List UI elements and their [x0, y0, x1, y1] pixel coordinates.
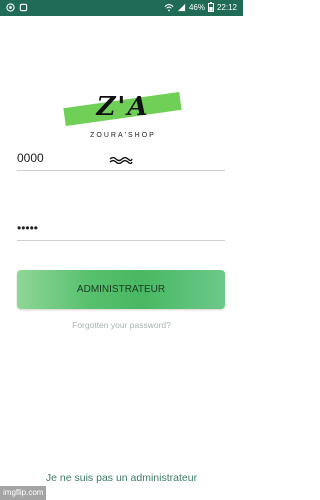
username-input[interactable]: [17, 148, 225, 168]
administrateur-button[interactable]: ADMINISTRATEUR: [17, 270, 225, 309]
notification-icon: [19, 3, 28, 12]
status-bar: 46% 22:12: [0, 0, 243, 16]
wifi-icon: [164, 3, 174, 11]
password-input[interactable]: [17, 218, 225, 238]
imgflip-watermark: imgflip.com: [0, 486, 47, 500]
battery-icon: [207, 2, 214, 12]
signal-icon: [177, 3, 186, 11]
whatsapp-icon: [6, 3, 15, 12]
status-left-icons: [6, 3, 28, 12]
not-admin-link[interactable]: Je ne suis pas un administrateur: [0, 472, 243, 484]
logo-text: ZOURA'SHOP: [90, 132, 156, 139]
password-field[interactable]: [17, 218, 225, 241]
status-time: 22:12: [216, 2, 237, 12]
username-field[interactable]: [17, 148, 225, 171]
logo-mark: Z'A: [96, 92, 150, 122]
forgot-password-link[interactable]: Forgotten your password?: [0, 320, 243, 330]
shop-logo: Z'A ZOURA'SHOP: [62, 88, 184, 148]
battery-percent: 46%: [188, 2, 205, 12]
